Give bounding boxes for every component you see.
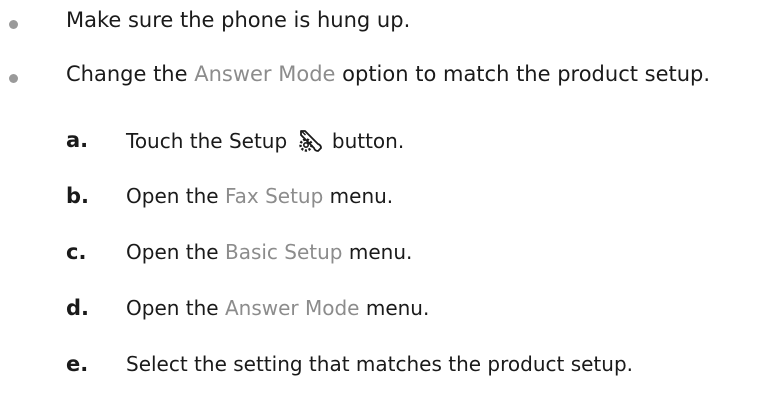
bullet-text: Change the Answer Mode option to match t… — [66, 62, 711, 86]
step-text: Open the Basic Setup menu. — [126, 240, 413, 264]
setup-wrench-gear-icon — [297, 128, 323, 159]
step-text: Select the setting that matches the prod… — [126, 352, 633, 376]
step-letter: d. — [66, 296, 90, 320]
ui-term-answer-mode: Answer Mode — [224, 296, 360, 320]
bullet-dot — [9, 20, 18, 29]
bullet-dot — [9, 74, 18, 83]
ui-term-fax-setup: Fax Setup — [224, 184, 324, 208]
step-a: a. Touch the Setup button. — [0, 120, 775, 160]
step-b: b. Open the Fax Setup menu. — [0, 176, 775, 216]
bullet-item-answer-mode: Change the Answer Mode option to match t… — [0, 56, 775, 96]
ui-term-answer-mode: Answer Mode — [194, 62, 336, 86]
step-c: c. Open the Basic Setup menu. — [0, 232, 775, 272]
step-letter: b. — [66, 184, 90, 208]
step-text: Touch the Setup button. — [126, 128, 404, 159]
step-text: Open the Answer Mode menu. — [126, 296, 430, 320]
step-letter: e. — [66, 352, 89, 376]
instruction-document: Make sure the phone is hung up. Change t… — [0, 0, 775, 396]
bullet-item-hang-up: Make sure the phone is hung up. — [0, 2, 775, 42]
step-letter: c. — [66, 240, 87, 264]
step-letter: a. — [66, 128, 89, 152]
step-text: Open the Fax Setup menu. — [126, 184, 394, 208]
step-d: d. Open the Answer Mode menu. — [0, 288, 775, 328]
step-e: e. Select the setting that matches the p… — [0, 344, 775, 384]
bullet-text: Make sure the phone is hung up. — [66, 8, 411, 32]
ui-term-basic-setup: Basic Setup — [224, 240, 343, 264]
